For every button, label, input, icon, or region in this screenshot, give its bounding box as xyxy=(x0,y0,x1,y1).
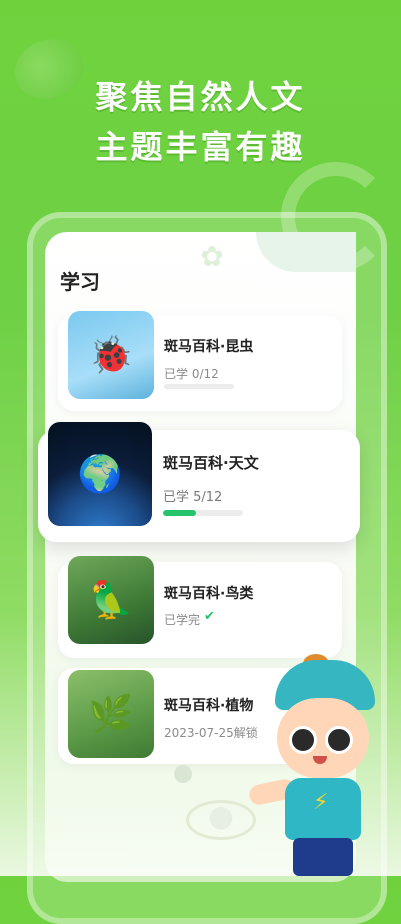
course-title: 斑马百科·植物 xyxy=(164,698,254,714)
mascot-character: ⚡ xyxy=(247,654,385,876)
course-title: 斑马百科·天文 xyxy=(163,454,259,472)
cloud-decoration xyxy=(256,232,356,272)
earth-icon: 🌍 xyxy=(48,422,152,526)
check-icon: ✔ xyxy=(204,609,215,624)
course-status: 已学 0/12 xyxy=(164,367,219,381)
course-card-birds[interactable]: 🦜 斑马百科·鸟类 已学完 ✔ xyxy=(58,556,342,658)
course-status: 已学完 xyxy=(164,613,201,627)
parrot-icon: 🦜 xyxy=(68,556,154,644)
headline-line-2: 主题丰富有趣 xyxy=(95,128,306,166)
course-title: 斑马百科·鸟类 xyxy=(164,586,254,602)
headline-line-1: 聚焦自然人文 xyxy=(95,78,306,116)
progress-bar xyxy=(163,510,243,516)
moon-decoration xyxy=(174,765,192,783)
course-title: 斑马百科·昆虫 xyxy=(164,339,254,355)
venus-flytrap-icon: 🌿 xyxy=(68,670,154,758)
progress-bar xyxy=(164,384,234,389)
ladybug-icon: 🐞 xyxy=(68,311,154,399)
lightning-icon: ⚡ xyxy=(313,790,329,815)
ringed-planet-decoration xyxy=(186,800,256,840)
course-card-astronomy[interactable]: 🌍 斑马百科·天文 已学 5/12 xyxy=(38,422,360,542)
flower-icon: ✿ xyxy=(200,240,224,273)
course-card-insects[interactable]: 🐞 斑马百科·昆虫 已学 0/12 xyxy=(58,311,342,411)
progress-fill xyxy=(163,510,197,516)
unlock-date: 2023-07-25解锁 xyxy=(164,726,258,740)
course-status: 已学 5/12 xyxy=(163,490,223,505)
section-title: 学习 xyxy=(60,270,100,294)
